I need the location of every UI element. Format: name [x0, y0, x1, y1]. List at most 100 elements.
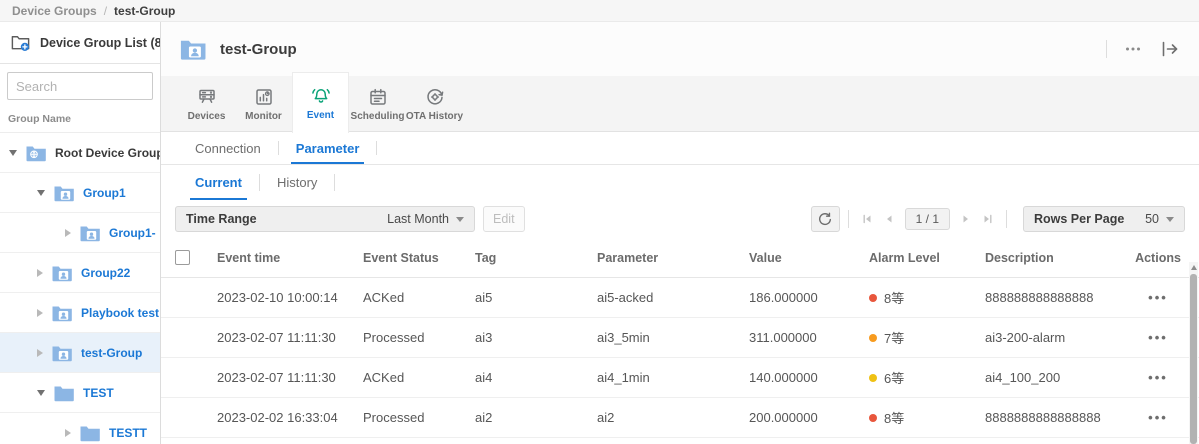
- folder-person-icon: [51, 342, 73, 364]
- scrollbar-thumb[interactable]: [1190, 274, 1197, 444]
- last-page-icon[interactable]: [982, 213, 994, 225]
- chevron-right-icon[interactable]: [65, 229, 71, 237]
- tab-ota-history[interactable]: OTA History: [406, 76, 463, 132]
- tree-item-label: TESTT: [109, 426, 147, 440]
- device-group-sidebar: Device Group List (8) Group Name Root De…: [0, 22, 161, 444]
- more-options-icon[interactable]: [1123, 39, 1143, 59]
- subtab-connection[interactable]: Connection: [178, 132, 278, 164]
- viewtab-current[interactable]: Current: [178, 165, 259, 200]
- subtab-parameter[interactable]: Parameter: [279, 132, 377, 164]
- table-row[interactable]: 2023-02-07 11:11:30 Processed ai3 ai3_5m…: [161, 318, 1199, 358]
- alarm-level-dot: [869, 414, 877, 422]
- cell-description: ai3-200-alarm: [985, 330, 1131, 345]
- vertical-scrollbar[interactable]: [1189, 262, 1198, 444]
- cell-event-status: ACKed: [363, 290, 475, 305]
- tab-monitor[interactable]: Monitor: [235, 76, 292, 132]
- devices-icon: [196, 86, 218, 108]
- tree-item-testt[interactable]: TESTT: [0, 413, 160, 444]
- chevron-right-icon[interactable]: [65, 429, 71, 437]
- row-actions-button[interactable]: •••: [1148, 290, 1168, 305]
- scroll-up-icon[interactable]: [1191, 265, 1197, 270]
- viewtab-history[interactable]: History: [260, 165, 334, 200]
- chevron-right-icon[interactable]: [37, 349, 43, 357]
- chevron-down-icon[interactable]: [9, 150, 17, 156]
- tree-item-root-device-group[interactable]: Root Device Group: [0, 133, 160, 173]
- pagination: 1 / 1: [861, 208, 994, 230]
- cell-tag: ai5: [475, 290, 597, 305]
- tree-item-group1-child[interactable]: Group1-: [0, 213, 160, 253]
- cell-parameter: ai4_1min: [597, 370, 749, 385]
- cell-parameter: ai5-acked: [597, 290, 749, 305]
- cell-event-time: 2023-02-02 16:33:04: [217, 410, 363, 425]
- cell-event-status: ACKed: [363, 370, 475, 385]
- event-bell-icon: [310, 85, 332, 107]
- first-page-icon[interactable]: [861, 213, 873, 225]
- chevron-down-icon[interactable]: [37, 190, 45, 196]
- tree-item-group1[interactable]: Group1: [0, 173, 160, 213]
- alarm-level-dot: [869, 374, 877, 382]
- tree-item-label: Root Device Group: [55, 146, 160, 160]
- tree-item-group22[interactable]: Group22: [0, 253, 160, 293]
- main-panel: test-Group Devices: [161, 22, 1199, 444]
- table-row[interactable]: 2023-02-07 11:11:30 ACKed ai4 ai4_1min 1…: [161, 358, 1199, 398]
- tree-item-test-group[interactable]: test-Group: [0, 333, 160, 373]
- refresh-button[interactable]: [811, 206, 840, 232]
- tab-event[interactable]: Event: [292, 72, 349, 133]
- column-header-alarm-level: Alarm Level: [869, 251, 985, 265]
- group-title-row: test-Group: [161, 22, 1199, 76]
- tab-label: Monitor: [245, 111, 282, 122]
- page-title: test-Group: [220, 41, 297, 58]
- row-actions-button[interactable]: •••: [1148, 410, 1168, 425]
- cell-parameter: ai2: [597, 410, 749, 425]
- rows-per-page-select[interactable]: Rows Per Page 50: [1023, 206, 1185, 232]
- column-header-event-status: Event Status: [363, 251, 475, 265]
- tree-item-label: TEST: [83, 386, 114, 400]
- folder-person-icon: [53, 182, 75, 204]
- prev-page-icon[interactable]: [883, 213, 895, 225]
- alarm-level-text: 6等: [884, 368, 904, 387]
- table-row[interactable]: 2023-02-10 10:00:14 ACKed ai5 ai5-acked …: [161, 278, 1199, 318]
- folder-person-icon: [51, 302, 73, 324]
- column-header-event-time: Event time: [217, 251, 363, 265]
- cell-description: 8888888888888888: [985, 410, 1131, 425]
- chevron-down-icon[interactable]: [37, 390, 45, 396]
- breadcrumb-device-groups[interactable]: Device Groups: [12, 4, 97, 18]
- cell-parameter: ai3_5min: [597, 330, 749, 345]
- next-page-icon[interactable]: [960, 213, 972, 225]
- folder-person-icon: [79, 222, 101, 244]
- column-header-tag: Tag: [475, 251, 597, 265]
- divider: [1006, 210, 1007, 228]
- folder-globe-icon: [25, 142, 47, 164]
- select-all-checkbox[interactable]: [175, 250, 190, 265]
- chevron-right-icon[interactable]: [37, 309, 43, 317]
- divider: [376, 141, 377, 155]
- cell-alarm-level: 6等: [869, 368, 985, 387]
- cell-event-time: 2023-02-07 11:11:30: [217, 330, 363, 345]
- edit-button[interactable]: Edit: [483, 206, 525, 232]
- add-device-group-folder-icon[interactable]: [10, 32, 32, 54]
- table-row[interactable]: 2023-02-02 16:33:04 Processed ai2 ai2 20…: [161, 398, 1199, 438]
- ota-history-icon: [424, 86, 446, 108]
- tab-devices[interactable]: Devices: [178, 76, 235, 132]
- rows-per-page-value: 50: [1145, 212, 1159, 226]
- breadcrumb: Device Groups / test-Group: [0, 0, 1199, 22]
- cell-alarm-level: 8等: [869, 408, 985, 427]
- time-range-select[interactable]: Time Range Last Month: [175, 206, 475, 232]
- monitor-icon: [253, 86, 275, 108]
- main-tab-strip: Devices Monitor Event: [161, 76, 1199, 132]
- chevron-right-icon[interactable]: [37, 269, 43, 277]
- column-header-parameter: Parameter: [597, 251, 749, 265]
- tree-item-label: Group1-: [109, 226, 156, 240]
- tree-item-label: Group22: [81, 266, 130, 280]
- tree-item-test[interactable]: TEST: [0, 373, 160, 413]
- cell-tag: ai2: [475, 410, 597, 425]
- row-actions-button[interactable]: •••: [1148, 370, 1168, 385]
- collapse-panel-icon[interactable]: [1159, 38, 1181, 60]
- table-toolbar: Time Range Last Month Edit: [161, 200, 1199, 238]
- tab-scheduling[interactable]: Scheduling: [349, 76, 406, 132]
- cell-value: 140.000000: [749, 370, 869, 385]
- search-input[interactable]: [7, 72, 153, 100]
- column-header-actions: Actions: [1131, 251, 1185, 265]
- tree-item-playbook-test[interactable]: Playbook test: [0, 293, 160, 333]
- row-actions-button[interactable]: •••: [1148, 330, 1168, 345]
